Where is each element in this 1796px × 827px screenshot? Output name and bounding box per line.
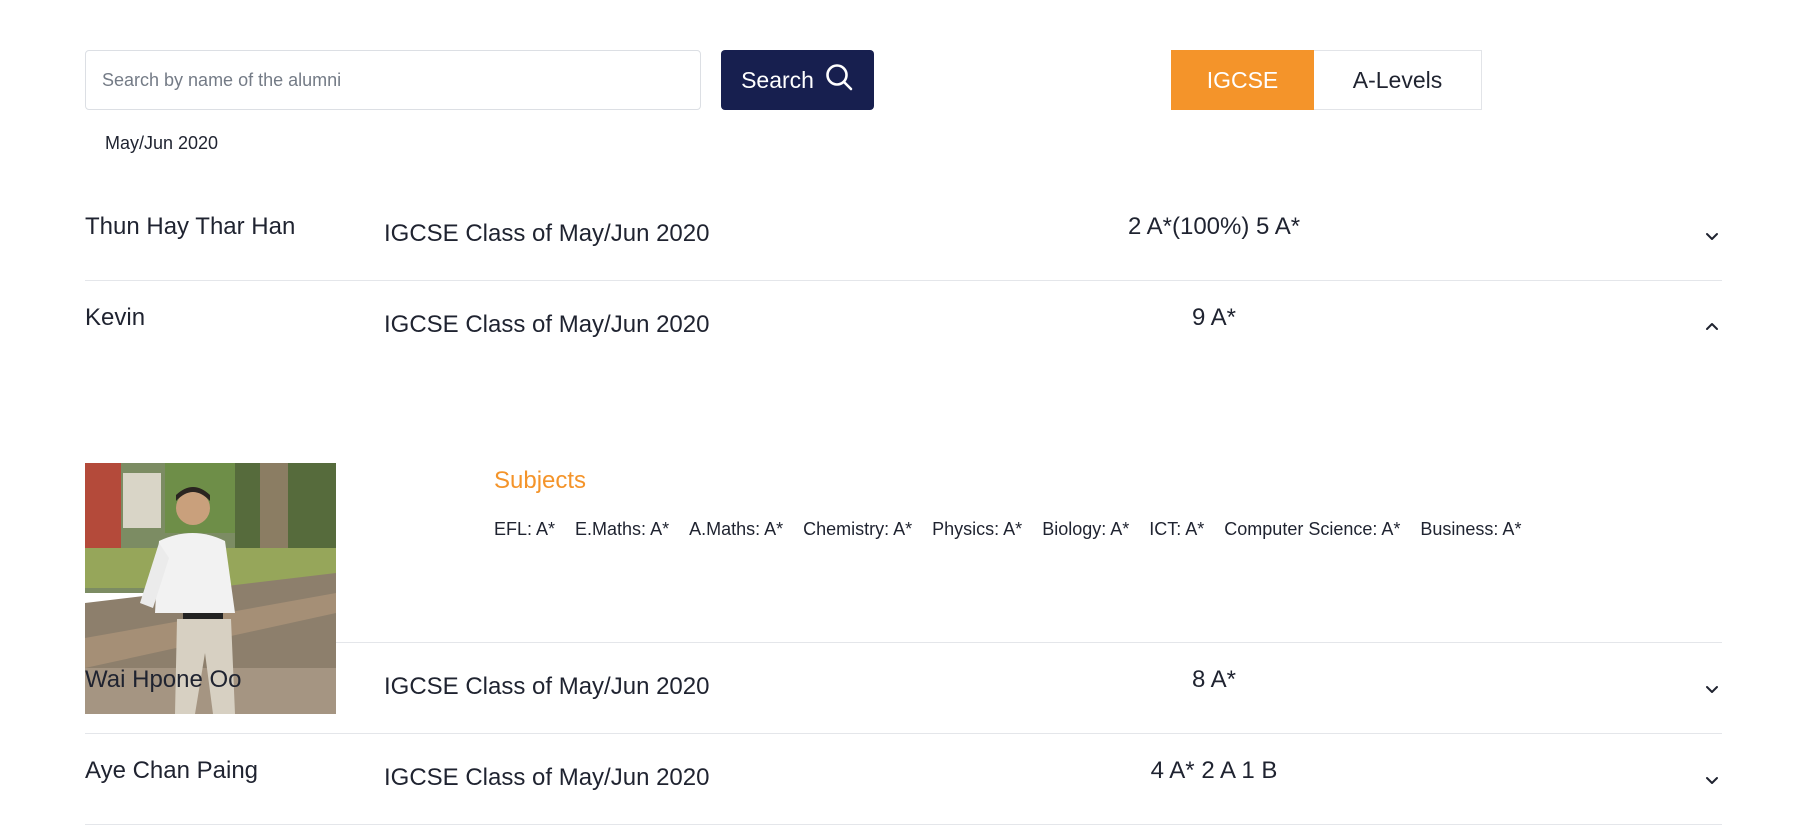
alumni-class: IGCSE Class of May/Jun 2020 [384,220,710,247]
search-button-label: Search [741,66,814,93]
alumni-result: 9 A* [1191,304,1237,331]
alumni-class: IGCSE Class of May/Jun 2020 [384,764,710,791]
subject-grade: Chemistry: A* [803,519,913,539]
chevron-down-icon[interactable] [1700,768,1724,792]
exam-tabs: IGCSE A-Levels [1171,50,1482,110]
chevron-down-icon[interactable] [1700,224,1724,248]
search-input[interactable] [85,50,701,110]
alumni-row[interactable]: Wai Hpone Oo IGCSE Class of May/Jun 2020… [85,643,1722,734]
alumni-result: 4 A* 2 A 1 B [1150,757,1278,784]
subject-grade: A.Maths: A* [689,519,784,539]
alumni-list: Thun Hay Thar Han IGCSE Class of May/Jun… [85,190,1722,825]
subjects-list: EFL: A* E.Maths: A* A.Maths: A* Chemistr… [494,519,1521,540]
subject-grade: Business: A* [1420,519,1522,539]
alumni-class: IGCSE Class of May/Jun 2020 [384,673,710,700]
search-button[interactable]: Search [721,50,874,110]
chevron-up-icon[interactable] [1700,315,1724,339]
subjects-heading: Subjects [494,467,587,494]
alumni-row[interactable]: Aye Chan Paing IGCSE Class of May/Jun 20… [85,734,1722,825]
search-icon [824,62,854,98]
subject-grade: EFL: A* [494,519,556,539]
alumni-name: Kevin [85,304,146,331]
tab-igcse[interactable]: IGCSE [1171,50,1314,110]
alumni-result: 8 A* [1191,666,1237,693]
alumni-name: Aye Chan Paing [85,757,259,784]
chevron-down-icon[interactable] [1700,677,1724,701]
subject-grade: Physics: A* [932,519,1023,539]
subject-grade: ICT: A* [1149,519,1205,539]
tab-a-levels[interactable]: A-Levels [1314,50,1482,110]
alumni-row-expanded[interactable]: Kevin IGCSE Class of May/Jun 2020 9 A* S… [85,281,1724,714]
alumni-row[interactable]: Thun Hay Thar Han IGCSE Class of May/Jun… [85,190,1722,281]
alumni-name: Thun Hay Thar Han [85,213,296,240]
subject-grade: Computer Science: A* [1224,519,1401,539]
session-filter-label[interactable]: May/Jun 2020 [105,133,218,154]
alumni-name: Wai Hpone Oo [85,666,242,693]
subject-grade: Biology: A* [1042,519,1130,539]
subject-grade: E.Maths: A* [575,519,670,539]
alumni-class: IGCSE Class of May/Jun 2020 [384,311,710,338]
alumni-result: 2 A*(100%) 5 A* [1127,213,1301,240]
